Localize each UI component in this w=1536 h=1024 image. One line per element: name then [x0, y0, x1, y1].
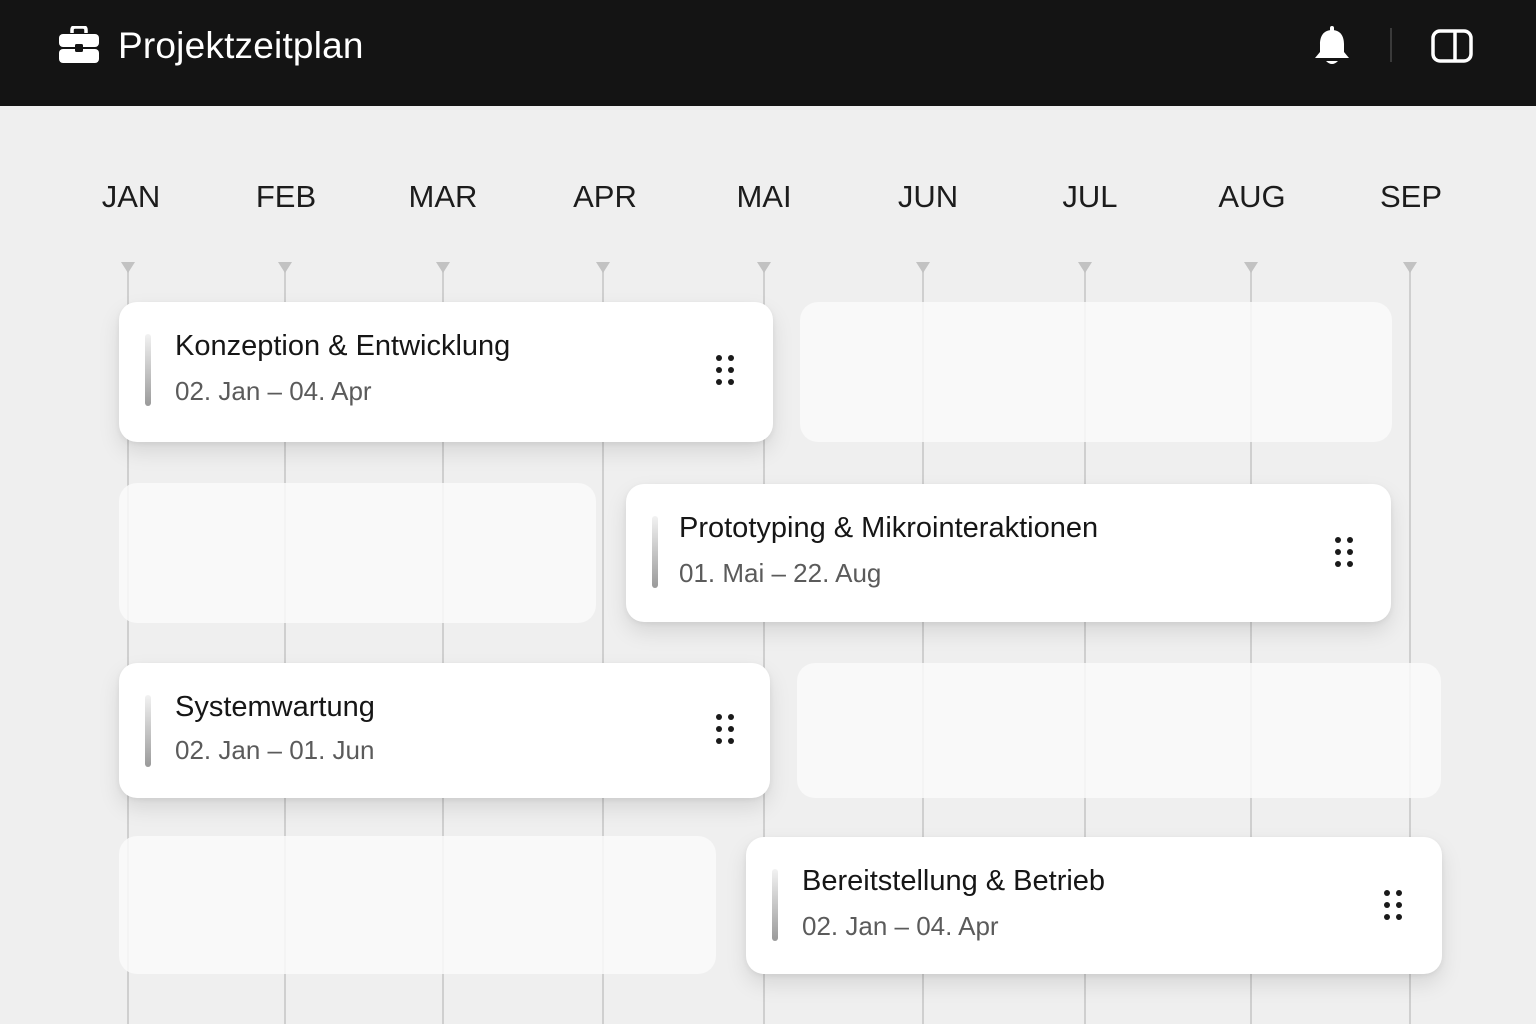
month-label-apr: APR — [573, 179, 637, 214]
briefcase-icon — [59, 26, 99, 63]
task-dates: 02. Jan – 04. Apr — [802, 911, 999, 941]
drag-handle-icon[interactable] — [715, 713, 735, 745]
task-card-systemwartung[interactable]: Systemwartung 02. Jan – 01. Jun — [119, 663, 770, 798]
month-marker — [436, 262, 450, 273]
task-card-prototyping[interactable]: Prototyping & Mikrointeraktionen 01. Mai… — [626, 484, 1391, 622]
empty-slot — [119, 483, 596, 623]
month-label-aug: AUG — [1218, 179, 1286, 214]
sidebar-toggle-icon[interactable] — [1430, 28, 1474, 64]
month-marker — [916, 262, 930, 273]
task-card-bereitstellung[interactable]: Bereitstellung & Betrieb 02. Jan – 04. A… — [746, 837, 1442, 974]
month-marker — [1244, 262, 1258, 273]
task-dates: 02. Jan – 04. Apr — [175, 376, 372, 406]
month-label-jan: JAN — [101, 179, 161, 214]
empty-slot — [800, 302, 1392, 442]
month-marker — [121, 262, 135, 273]
bell-icon[interactable] — [1312, 25, 1352, 67]
task-card-konzeption[interactable]: Konzeption & Entwicklung 02. Jan – 04. A… — [119, 302, 773, 442]
month-label-jul: JUL — [1062, 179, 1118, 214]
drag-handle-icon[interactable] — [1334, 536, 1354, 568]
month-label-mai: MAI — [736, 179, 792, 214]
card-accent-bar — [145, 334, 151, 406]
empty-slot — [797, 663, 1441, 798]
task-title: Bereitstellung & Betrieb — [802, 865, 1106, 897]
card-accent-bar — [652, 516, 658, 588]
month-label-mar: MAR — [408, 179, 478, 214]
empty-slot — [119, 836, 716, 974]
month-label-feb: FEB — [255, 179, 317, 214]
task-dates: 01. Mai – 22. Aug — [679, 558, 882, 588]
task-title: Systemwartung — [175, 691, 375, 723]
task-title: Prototyping & Mikrointeraktionen — [679, 512, 1099, 544]
month-marker — [1403, 262, 1417, 273]
drag-handle-icon[interactable] — [1383, 889, 1403, 921]
task-dates: 02. Jan – 01. Jun — [175, 735, 375, 765]
card-accent-bar — [145, 695, 151, 767]
page-title: Projektzeitplan — [118, 25, 364, 66]
month-label-sep: SEP — [1379, 179, 1443, 214]
month-label-jun: JUN — [897, 179, 959, 214]
month-marker — [1078, 262, 1092, 273]
top-bar: Projektzeitplan — [0, 0, 1536, 106]
month-marker — [596, 262, 610, 273]
card-accent-bar — [772, 869, 778, 941]
month-marker — [757, 262, 771, 273]
month-marker — [278, 262, 292, 273]
drag-handle-icon[interactable] — [715, 354, 735, 386]
header-divider — [1390, 28, 1392, 62]
task-title: Konzeption & Entwicklung — [175, 330, 511, 362]
